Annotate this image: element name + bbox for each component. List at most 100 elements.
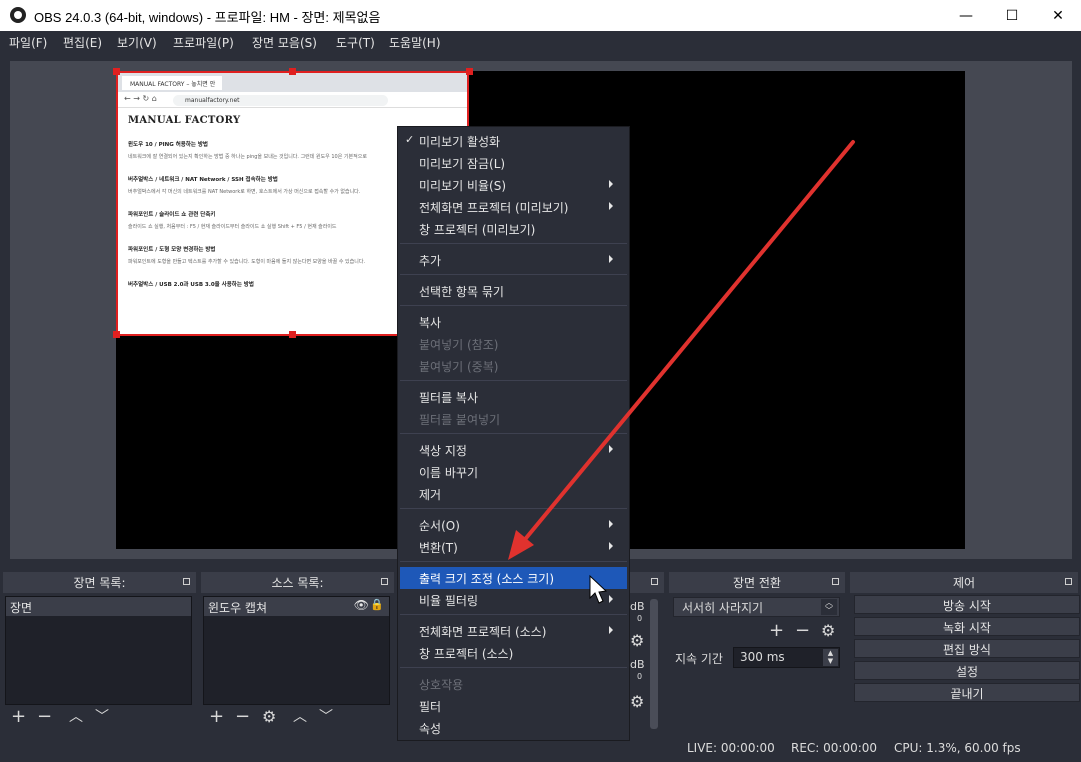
undock-icon[interactable] — [183, 578, 190, 585]
menu-item-fullscreen-projector-preview[interactable]: 전체화면 프로젝터 (미리보기) — [400, 196, 627, 218]
move-up-icon[interactable]: ︿ — [69, 708, 83, 726]
submenu-arrow-icon — [609, 255, 613, 263]
menu-item-remove[interactable]: 제거 — [400, 483, 627, 505]
menu-tools[interactable]: 도구(T) — [336, 34, 375, 51]
remove-scene-icon[interactable]: − — [37, 708, 52, 726]
undock-icon[interactable] — [832, 578, 839, 585]
resize-handle[interactable] — [466, 68, 473, 75]
sources-list[interactable]: 윈도우 캡쳐 👁 🔒 — [203, 596, 390, 705]
duration-label: 지속 기간 — [675, 652, 723, 666]
remove-transition-icon[interactable]: − — [795, 622, 810, 640]
visibility-eye-icon[interactable]: 👁 — [354, 598, 369, 612]
scenes-list[interactable]: 장면 — [5, 596, 192, 705]
move-down-icon[interactable]: ﹀ — [319, 708, 333, 726]
menu-item-enable-preview[interactable]: ✓ 미리보기 활성화 — [400, 130, 627, 152]
browser-tab: MANUAL FACTORY – 놓치면 안 — [122, 76, 222, 90]
menu-file[interactable]: 파일(F) — [9, 34, 47, 51]
submenu-arrow-icon — [609, 626, 613, 634]
menu-item-copy[interactable]: 복사 — [400, 311, 627, 333]
menu-help[interactable]: 도움말(H) — [389, 34, 441, 51]
controls-dock-title: 제어 — [850, 572, 1078, 593]
menu-item-filters[interactable]: 필터 — [400, 695, 627, 717]
title-bar: OBS 24.0.3 (64-bit, windows) - 프로파일: HM … — [0, 0, 1081, 31]
resize-handle[interactable] — [113, 331, 120, 338]
audio-mixer-partial: dB 0 ⚙ dB 0 ⚙ — [630, 596, 660, 731]
start-recording-button[interactable]: 녹화 시작 — [854, 617, 1080, 636]
browser-nav-icons: ← → ↻ ⌂ — [124, 94, 157, 103]
transition-properties-gear-icon[interactable]: ⚙ — [821, 622, 835, 640]
menu-item-group-selected[interactable]: 선택한 항목 묶기 — [400, 280, 627, 302]
undock-icon[interactable] — [651, 578, 658, 585]
resize-handle[interactable] — [289, 68, 296, 75]
menu-item-paste-filters[interactable]: 필터를 붙여넣기 — [400, 408, 627, 430]
browser-address-bar: ← → ↻ ⌂ manualfactory.net — [118, 92, 467, 108]
menu-item-order[interactable]: 순서(O) — [400, 514, 627, 536]
spinbox-arrows-icon[interactable]: ▲ ▼ — [823, 649, 838, 666]
scene-item[interactable]: 장면 — [6, 597, 191, 616]
menu-item-transform[interactable]: 변환(T) — [400, 536, 627, 558]
menu-item-windowed-projector-preview[interactable]: 창 프로젝터 (미리보기) — [400, 218, 627, 240]
resize-handle[interactable] — [289, 331, 296, 338]
close-button[interactable]: ✕ — [1035, 0, 1081, 31]
db-label: dB — [630, 658, 645, 671]
submenu-arrow-icon — [609, 445, 613, 453]
settings-button[interactable]: 설정 — [854, 661, 1080, 680]
menu-profile[interactable]: 프로파일(P) — [173, 34, 234, 51]
start-streaming-button[interactable]: 방송 시작 — [854, 595, 1080, 614]
menu-item-paste-reference[interactable]: 붙여넣기 (참조) — [400, 333, 627, 355]
select-spinner-icon[interactable]: ︿ ﹀ — [821, 599, 837, 615]
menu-separator — [400, 667, 627, 668]
menu-item-paste-duplicate[interactable]: 붙여넣기 (중복) — [400, 355, 627, 377]
sources-dock-title: 소스 목록: — [201, 572, 394, 593]
submenu-arrow-icon — [609, 595, 613, 603]
minimize-button[interactable]: — — [943, 0, 989, 31]
meter-zero-label: 0 — [637, 614, 643, 623]
menu-item-properties[interactable]: 속성 — [400, 717, 627, 739]
mixer-gear-icon[interactable]: ⚙ — [630, 692, 644, 711]
resize-handle[interactable] — [113, 68, 120, 75]
undock-icon[interactable] — [1065, 578, 1072, 585]
lock-icon[interactable]: 🔒 — [370, 598, 384, 611]
menu-separator — [400, 243, 627, 244]
menu-item-rename[interactable]: 이름 바꾸기 — [400, 461, 627, 483]
menu-item-copy-filters[interactable]: 필터를 복사 — [400, 386, 627, 408]
menu-separator — [400, 274, 627, 275]
menu-item-set-color[interactable]: 색상 지정 — [400, 439, 627, 461]
source-properties-gear-icon[interactable]: ⚙ — [262, 708, 276, 726]
menu-item-add[interactable]: 추가 — [400, 249, 627, 271]
duration-spinbox[interactable]: 300 ms ▲ ▼ — [733, 647, 840, 668]
mixer-scrollbar[interactable] — [650, 599, 658, 729]
transition-select[interactable]: 서서히 사라지기 ︿ ﹀ — [673, 597, 840, 617]
rec-timer: REC: 00:00:00 — [791, 741, 878, 755]
menu-scene-collection[interactable]: 장면 모음(S) — [252, 34, 317, 51]
exit-button[interactable]: 끝내기 — [854, 683, 1080, 702]
menu-separator — [400, 380, 627, 381]
menu-item-fullscreen-projector-source[interactable]: 전체화면 프로젝터 (소스) — [400, 620, 627, 642]
mixer-gear-icon[interactable]: ⚙ — [630, 631, 644, 650]
obs-logo-icon — [10, 7, 26, 23]
menu-item-resize-output-source-size[interactable]: 출력 크기 조정 (소스 크기) — [400, 567, 627, 589]
submenu-arrow-icon — [609, 542, 613, 550]
live-timer: LIVE: 00:00:00 — [687, 741, 775, 755]
maximize-button[interactable]: ☐ — [989, 0, 1035, 31]
add-transition-icon[interactable]: + — [769, 622, 784, 640]
move-down-icon[interactable]: ﹀ — [95, 708, 109, 726]
menu-item-preview-scaling[interactable]: 미리보기 비율(S) — [400, 174, 627, 196]
add-source-icon[interactable]: + — [209, 708, 224, 726]
undock-icon[interactable] — [381, 578, 388, 585]
source-item[interactable]: 윈도우 캡쳐 👁 🔒 — [204, 597, 389, 616]
scenes-dock-title: 장면 목록: — [3, 572, 196, 593]
menu-separator — [400, 433, 627, 434]
menu-edit[interactable]: 편집(E) — [63, 34, 102, 51]
move-up-icon[interactable]: ︿ — [293, 708, 307, 726]
menu-item-scale-filtering[interactable]: 비율 필터링 — [400, 589, 627, 611]
menu-item-windowed-projector-source[interactable]: 창 프로젝터 (소스) — [400, 642, 627, 664]
browser-tab-strip: MANUAL FACTORY – 놓치면 안 — [118, 73, 467, 92]
menu-view[interactable]: 보기(V) — [117, 34, 157, 51]
studio-mode-button[interactable]: 편집 방식 — [854, 639, 1080, 658]
add-scene-icon[interactable]: + — [11, 708, 26, 726]
browser-url: manualfactory.net — [173, 95, 388, 106]
menu-item-lock-preview[interactable]: 미리보기 잠금(L) — [400, 152, 627, 174]
menu-item-interact[interactable]: 상호작용 — [400, 673, 627, 695]
remove-source-icon[interactable]: − — [235, 708, 250, 726]
